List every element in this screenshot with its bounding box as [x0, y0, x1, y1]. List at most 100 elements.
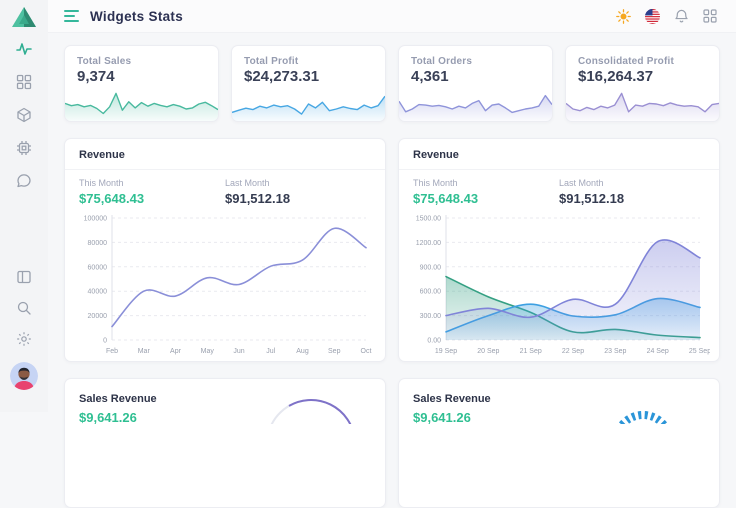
tick-gauge-chart	[593, 382, 693, 424]
svg-text:Jul: Jul	[266, 348, 275, 355]
sales-revenue-card-right: Sales Revenue $9,641.26	[398, 378, 720, 508]
this-month-block: This Month $75,648.43	[413, 178, 559, 206]
last-month-label: Last Month	[225, 178, 371, 188]
search-icon	[16, 300, 32, 316]
svg-text:Feb: Feb	[106, 348, 118, 355]
svg-text:May: May	[201, 348, 215, 355]
svg-text:20000: 20000	[88, 313, 108, 320]
sidebar	[0, 0, 48, 412]
revenue-area-chart: 0.00300.00600.00900.001200.001500.0019 S…	[408, 210, 710, 356]
last-month-value: $91,512.18	[225, 191, 371, 206]
sidebar-nav-top	[16, 41, 32, 189]
svg-text:80000: 80000	[88, 240, 108, 247]
sidebar-item-cpu[interactable]	[16, 140, 32, 156]
user-avatar[interactable]	[10, 362, 38, 390]
revenue-card-row: Revenue This Month $75,648.43 Last Month…	[64, 138, 720, 362]
stat-value: 4,361	[411, 68, 540, 85]
sidebar-item-settings[interactable]	[16, 331, 32, 347]
circle-gauge-chart	[251, 382, 371, 424]
stat-value: $16,264.37	[578, 68, 707, 85]
language-flag-icon[interactable]	[644, 8, 660, 24]
notifications-bell-icon[interactable]	[673, 8, 689, 24]
stat-value: $24,273.31	[244, 68, 373, 85]
stat-label: Total Orders	[411, 56, 540, 67]
revenue-card-area: Revenue This Month $75,648.43 Last Month…	[398, 138, 720, 362]
svg-text:25 Sep: 25 Sep	[689, 348, 710, 355]
revenue-card-line: Revenue This Month $75,648.43 Last Month…	[64, 138, 386, 362]
last-month-block: Last Month $91,512.18	[559, 178, 705, 206]
top-header: Widgets Stats	[48, 0, 736, 33]
stat-card-row: Total Sales 9,374 Total Profit $24,273.3…	[64, 45, 720, 122]
svg-text:Mar: Mar	[138, 348, 151, 355]
svg-text:Jun: Jun	[233, 348, 244, 355]
sales-revenue-row: Sales Revenue $9,641.26 Sales Revenue $9…	[64, 378, 720, 508]
sparkline-chart	[566, 85, 719, 121]
last-month-block: Last Month $91,512.18	[225, 178, 371, 206]
this-month-label: This Month	[79, 178, 225, 188]
this-month-value: $75,648.43	[79, 191, 225, 206]
app-logo[interactable]	[11, 5, 37, 29]
stat-card-total-sales: Total Sales 9,374	[64, 45, 219, 122]
header-actions	[615, 8, 718, 24]
this-month-label: This Month	[413, 178, 559, 188]
sun-glyph	[616, 9, 631, 24]
svg-text:19 Sep: 19 Sep	[435, 348, 457, 355]
last-month-value: $91,512.18	[559, 191, 705, 206]
sales-revenue-card-left: Sales Revenue $9,641.26	[64, 378, 386, 508]
stat-card-total-profit: Total Profit $24,273.31	[231, 45, 386, 122]
us-flag-glyph	[645, 9, 660, 24]
stat-label: Total Profit	[244, 56, 373, 67]
sparkline-chart	[399, 85, 552, 121]
chat-bubble-icon	[16, 173, 32, 189]
svg-text:60000: 60000	[88, 264, 108, 271]
svg-text:Apr: Apr	[170, 348, 182, 355]
svg-text:100000: 100000	[84, 216, 107, 223]
sidebar-item-chat[interactable]	[16, 173, 32, 189]
menu-hamburger-icon[interactable]	[64, 10, 79, 22]
package-box-icon	[16, 107, 32, 123]
svg-text:0: 0	[103, 338, 107, 345]
sparkline-chart	[65, 85, 218, 121]
svg-text:0.00: 0.00	[427, 338, 441, 345]
sidebar-item-search[interactable]	[16, 300, 32, 316]
this-month-value: $75,648.43	[413, 191, 559, 206]
logo-triangle-icon	[11, 5, 37, 29]
svg-text:23 Sep: 23 Sep	[604, 348, 626, 355]
revenue-stats: This Month $75,648.43 Last Month $91,512…	[399, 170, 719, 208]
this-month-block: This Month $75,648.43	[79, 178, 225, 206]
activity-icon	[16, 41, 32, 57]
svg-text:40000: 40000	[88, 289, 108, 296]
grid-glyph	[703, 9, 717, 23]
svg-text:Aug: Aug	[296, 348, 309, 355]
stat-value: 9,374	[77, 68, 206, 85]
stat-card-total-orders: Total Orders 4,361	[398, 45, 553, 122]
stat-label: Total Sales	[77, 56, 206, 67]
dashboard-grid-icon	[16, 74, 32, 90]
svg-text:20 Sep: 20 Sep	[477, 348, 499, 355]
svg-text:Sep: Sep	[328, 348, 341, 355]
stat-card-consolidated-profit: Consolidated Profit $16,264.37	[565, 45, 720, 122]
theme-sun-icon[interactable]	[615, 8, 631, 24]
gear-icon	[16, 331, 32, 347]
svg-text:1500.00: 1500.00	[416, 216, 441, 223]
card-title: Revenue	[399, 139, 719, 170]
card-title: Revenue	[65, 139, 385, 170]
svg-text:300.00: 300.00	[420, 313, 442, 320]
layout-panel-icon	[16, 269, 32, 285]
svg-text:1200.00: 1200.00	[416, 240, 441, 247]
svg-text:21 Sep: 21 Sep	[520, 348, 542, 355]
bell-glyph	[674, 9, 689, 24]
sidebar-item-dashboard[interactable]	[16, 74, 32, 90]
sidebar-item-activity[interactable]	[16, 41, 32, 57]
sparkline-chart	[232, 85, 385, 121]
main-content: Total Sales 9,374 Total Profit $24,273.3…	[48, 33, 736, 412]
svg-text:Oct: Oct	[361, 348, 372, 355]
revenue-stats: This Month $75,648.43 Last Month $91,512…	[65, 170, 385, 208]
svg-text:22 Sep: 22 Sep	[562, 348, 584, 355]
sidebar-item-layout[interactable]	[16, 269, 32, 285]
sidebar-nav-bottom	[10, 269, 38, 400]
stat-label: Consolidated Profit	[578, 56, 707, 67]
apps-grid-icon[interactable]	[702, 8, 718, 24]
page-title: Widgets Stats	[90, 9, 183, 24]
sidebar-item-package[interactable]	[16, 107, 32, 123]
